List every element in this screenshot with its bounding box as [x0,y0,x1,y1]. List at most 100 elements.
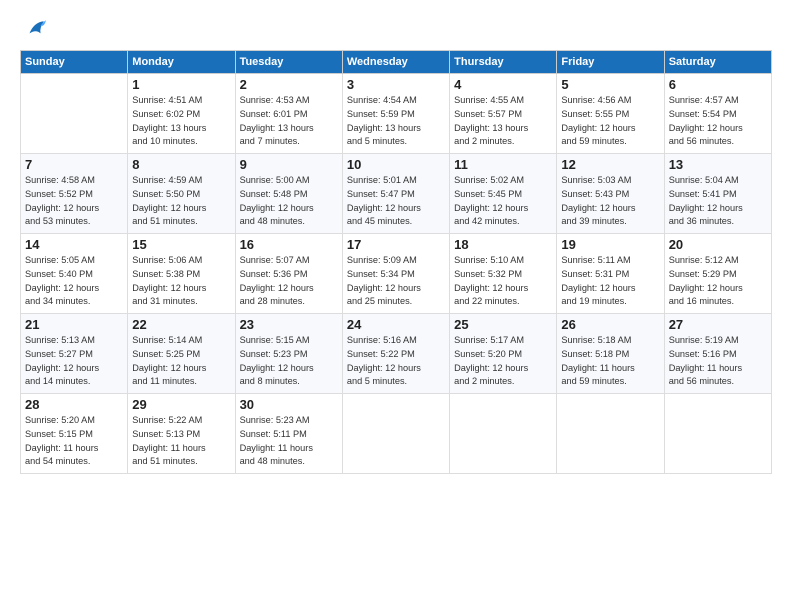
day-number: 22 [132,317,230,332]
day-info: Sunrise: 5:05 AMSunset: 5:40 PMDaylight:… [25,254,123,309]
calendar-cell: 4 Sunrise: 4:55 AMSunset: 5:57 PMDaylight… [450,74,557,154]
day-info: Sunrise: 5:04 AMSunset: 5:41 PMDaylight:… [669,174,767,229]
day-number: 20 [669,237,767,252]
calendar-cell: 18Sunrise: 5:10 AMSunset: 5:32 PMDayligh… [450,234,557,314]
day-number: 21 [25,317,123,332]
day-info: Sunrise: 5:02 AMSunset: 5:45 PMDaylight:… [454,174,552,229]
day-number: 12 [561,157,659,172]
weekday-header-monday: Monday [128,51,235,74]
calendar-cell: 22 Sunrise: 5:14 AMSunset: 5:25 PMDayligh… [128,314,235,394]
day-info: Sunrise: 5:03 AMSunset: 5:43 PMDaylight:… [561,174,659,229]
calendar-cell [450,394,557,474]
weekday-header-thursday: Thursday [450,51,557,74]
day-info: Sunrise: 4:53 AMSunset: 6:01 PMDaylight:… [240,94,338,149]
logo-bird-icon [24,18,46,40]
day-info: Sunrise: 5:14 AMSunset: 5:25 PMDaylight:… [132,334,230,389]
day-info: Sunrise: 5:17 AMSunset: 5:20 PMDaylight:… [454,334,552,389]
calendar-cell: 14 Sunrise: 5:05 AMSunset: 5:40 PMDayligh… [21,234,128,314]
day-number: 19 [561,237,659,252]
calendar-cell: 13 Sunrise: 5:04 AMSunset: 5:41 PMDayligh… [664,154,771,234]
logo [20,16,46,40]
day-info: Sunrise: 5:09 AMSunset: 5:34 PMDaylight:… [347,254,445,309]
calendar-cell [557,394,664,474]
calendar-cell: 3 Sunrise: 4:54 AMSunset: 5:59 PMDaylight… [342,74,449,154]
day-number: 6 [669,77,767,92]
calendar-cell: 11 Sunrise: 5:02 AMSunset: 5:45 PMDayligh… [450,154,557,234]
day-info: Sunrise: 4:54 AMSunset: 5:59 PMDaylight:… [347,94,445,149]
day-info: Sunrise: 5:06 AMSunset: 5:38 PMDaylight:… [132,254,230,309]
day-number: 10 [347,157,445,172]
day-info: Sunrise: 4:57 AMSunset: 5:54 PMDaylight:… [669,94,767,149]
day-number: 26 [561,317,659,332]
day-number: 29 [132,397,230,412]
day-number: 17 [347,237,445,252]
calendar-table: SundayMondayTuesdayWednesdayThursdayFrid… [20,50,772,474]
calendar-cell: 24 Sunrise: 5:16 AMSunset: 5:22 PMDayligh… [342,314,449,394]
calendar-cell: 8Sunrise: 4:59 AMSunset: 5:50 PMDaylight… [128,154,235,234]
day-info: Sunrise: 5:13 AMSunset: 5:27 PMDaylight:… [25,334,123,389]
day-info: Sunrise: 5:16 AMSunset: 5:22 PMDaylight:… [347,334,445,389]
calendar-page: SundayMondayTuesdayWednesdayThursdayFrid… [0,0,792,612]
calendar-cell: 20 Sunrise: 5:12 AMSunset: 5:29 PMDayligh… [664,234,771,314]
calendar-cell: 10Sunrise: 5:01 AMSunset: 5:47 PMDayligh… [342,154,449,234]
calendar-cell [664,394,771,474]
day-info: Sunrise: 5:23 AMSunset: 5:11 PMDaylight:… [240,414,338,469]
day-number: 11 [454,157,552,172]
header-row: SundayMondayTuesdayWednesdayThursdayFrid… [21,51,772,74]
weekday-header-sunday: Sunday [21,51,128,74]
calendar-cell: 17 Sunrise: 5:09 AMSunset: 5:34 PMDayligh… [342,234,449,314]
day-number: 7 [25,157,123,172]
week-row-2: 7 Sunrise: 4:58 AMSunset: 5:52 PMDaylight… [21,154,772,234]
calendar-cell: 9 Sunrise: 5:00 AMSunset: 5:48 PMDaylight… [235,154,342,234]
day-info: Sunrise: 4:58 AMSunset: 5:52 PMDaylight:… [25,174,123,229]
day-number: 4 [454,77,552,92]
calendar-cell: 26 Sunrise: 5:18 AMSunset: 5:18 PMDayligh… [557,314,664,394]
weekday-header-saturday: Saturday [664,51,771,74]
day-info: Sunrise: 5:07 AMSunset: 5:36 PMDaylight:… [240,254,338,309]
header [20,16,772,40]
week-row-3: 14 Sunrise: 5:05 AMSunset: 5:40 PMDayligh… [21,234,772,314]
calendar-cell: 21 Sunrise: 5:13 AMSunset: 5:27 PMDayligh… [21,314,128,394]
calendar-cell: 29 Sunrise: 5:22 AMSunset: 5:13 PMDayligh… [128,394,235,474]
day-info: Sunrise: 5:18 AMSunset: 5:18 PMDaylight:… [561,334,659,389]
weekday-header-friday: Friday [557,51,664,74]
calendar-cell: 2Sunrise: 4:53 AMSunset: 6:01 PMDaylight… [235,74,342,154]
calendar-cell [342,394,449,474]
calendar-cell: 1 Sunrise: 4:51 AMSunset: 6:02 PMDaylight… [128,74,235,154]
day-number: 9 [240,157,338,172]
day-number: 13 [669,157,767,172]
day-number: 15 [132,237,230,252]
day-info: Sunrise: 4:55 AMSunset: 5:57 PMDaylight:… [454,94,552,149]
day-number: 8 [132,157,230,172]
calendar-cell: 30Sunrise: 5:23 AMSunset: 5:11 PMDayligh… [235,394,342,474]
calendar-cell: 12 Sunrise: 5:03 AMSunset: 5:43 PMDayligh… [557,154,664,234]
calendar-cell: 25 Sunrise: 5:17 AMSunset: 5:20 PMDayligh… [450,314,557,394]
calendar-cell: 7 Sunrise: 4:58 AMSunset: 5:52 PMDaylight… [21,154,128,234]
day-number: 25 [454,317,552,332]
calendar-cell: 28Sunrise: 5:20 AMSunset: 5:15 PMDayligh… [21,394,128,474]
day-number: 1 [132,77,230,92]
day-number: 23 [240,317,338,332]
week-row-1: 1 Sunrise: 4:51 AMSunset: 6:02 PMDaylight… [21,74,772,154]
day-number: 14 [25,237,123,252]
calendar-cell: 5 Sunrise: 4:56 AMSunset: 5:55 PMDaylight… [557,74,664,154]
day-number: 5 [561,77,659,92]
day-number: 3 [347,77,445,92]
day-number: 18 [454,237,552,252]
calendar-cell [21,74,128,154]
day-info: Sunrise: 5:11 AMSunset: 5:31 PMDaylight:… [561,254,659,309]
calendar-cell: 27 Sunrise: 5:19 AMSunset: 5:16 PMDayligh… [664,314,771,394]
weekday-header-tuesday: Tuesday [235,51,342,74]
day-number: 24 [347,317,445,332]
week-row-5: 28Sunrise: 5:20 AMSunset: 5:15 PMDayligh… [21,394,772,474]
week-row-4: 21 Sunrise: 5:13 AMSunset: 5:27 PMDayligh… [21,314,772,394]
day-number: 27 [669,317,767,332]
day-info: Sunrise: 5:22 AMSunset: 5:13 PMDaylight:… [132,414,230,469]
day-info: Sunrise: 4:56 AMSunset: 5:55 PMDaylight:… [561,94,659,149]
calendar-cell: 6 Sunrise: 4:57 AMSunset: 5:54 PMDaylight… [664,74,771,154]
day-info: Sunrise: 5:15 AMSunset: 5:23 PMDaylight:… [240,334,338,389]
day-info: Sunrise: 5:00 AMSunset: 5:48 PMDaylight:… [240,174,338,229]
day-info: Sunrise: 4:51 AMSunset: 6:02 PMDaylight:… [132,94,230,149]
day-info: Sunrise: 5:19 AMSunset: 5:16 PMDaylight:… [669,334,767,389]
day-info: Sunrise: 5:12 AMSunset: 5:29 PMDaylight:… [669,254,767,309]
